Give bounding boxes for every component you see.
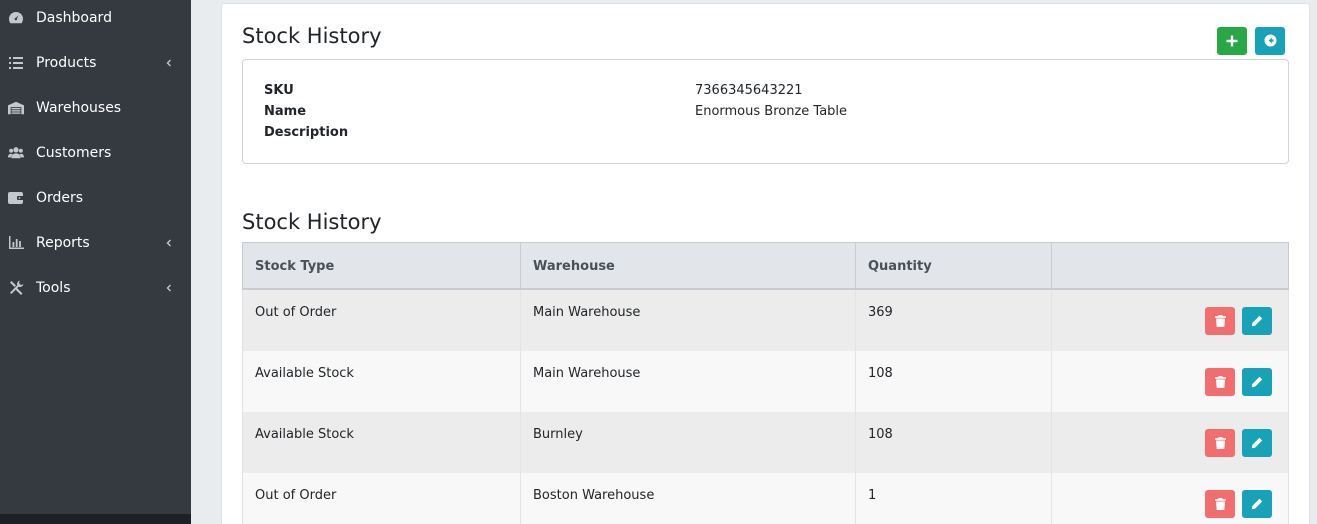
cell-warehouse: Burnley	[521, 412, 856, 473]
cell-stock-type: Out of Order	[243, 290, 521, 351]
product-info-panel: SKU 7366345643221 Name Enormous Bronze T…	[242, 59, 1289, 164]
arrow-circle-left-icon	[1264, 32, 1277, 51]
table-row: Out of Order Main Warehouse 369	[242, 290, 1289, 351]
sidebar-item-label: Warehouses	[36, 99, 122, 116]
sidebar-item-tools[interactable]: Tools	[0, 265, 191, 310]
cell-warehouse: Main Warehouse	[521, 351, 856, 412]
sidebar-item-customers[interactable]: Customers	[0, 130, 191, 175]
back-button[interactable]	[1255, 27, 1285, 55]
sidebar-item-products[interactable]: Products	[0, 40, 191, 85]
pencil-icon	[1251, 373, 1263, 392]
edit-button[interactable]	[1242, 307, 1272, 335]
table-row: Out of Order Boston Warehouse 1	[242, 473, 1289, 524]
table-row: Available Stock Burnley 108	[242, 412, 1289, 473]
cell-quantity: 1	[856, 473, 1052, 524]
pencil-icon	[1251, 312, 1263, 331]
delete-button[interactable]	[1205, 368, 1235, 396]
sidebar-item-label: Reports	[36, 234, 90, 251]
tools-icon	[8, 280, 24, 296]
sidebar-item-orders[interactable]: Orders	[0, 175, 191, 220]
sidebar-item-warehouses[interactable]: Warehouses	[0, 85, 191, 130]
description-label: Description	[264, 125, 349, 140]
edit-button[interactable]	[1242, 429, 1272, 457]
sidebar-item-label: Dashboard	[36, 9, 112, 26]
sidebar-item-label: Orders	[36, 189, 84, 206]
history-title: Stock History	[242, 210, 382, 234]
trash-icon	[1214, 373, 1226, 392]
pencil-icon	[1251, 434, 1263, 453]
sidebar-item-label: Customers	[36, 144, 112, 161]
name-value: Enormous Bronze Table	[695, 104, 848, 119]
users-icon	[8, 145, 24, 161]
trash-icon	[1214, 312, 1226, 331]
page-title: Stock History	[242, 24, 382, 48]
cell-quantity: 369	[856, 290, 1052, 351]
add-stock-button[interactable]	[1217, 27, 1247, 55]
wallet-icon	[8, 190, 24, 206]
content-gutter	[191, 0, 221, 524]
delete-button[interactable]	[1205, 429, 1235, 457]
cell-warehouse: Main Warehouse	[521, 290, 856, 351]
column-header-stock-type[interactable]: Stock Type	[243, 243, 521, 289]
delete-button[interactable]	[1205, 490, 1235, 518]
plus-icon	[1226, 32, 1238, 51]
trash-icon	[1214, 434, 1226, 453]
sidebar-footer-strip	[0, 514, 191, 524]
table-row: Available Stock Main Warehouse 108	[242, 351, 1289, 412]
list-icon	[8, 55, 24, 71]
chart-icon	[8, 235, 24, 251]
chevron-left-icon	[163, 282, 175, 294]
table-header: Stock Type Warehouse Quantity	[242, 242, 1289, 290]
warehouse-icon	[8, 100, 24, 116]
chevron-left-icon	[163, 237, 175, 249]
cell-stock-type: Available Stock	[243, 412, 521, 473]
cell-warehouse: Boston Warehouse	[521, 473, 856, 524]
dashboard-icon	[8, 10, 24, 26]
cell-stock-type: Out of Order	[243, 473, 521, 524]
sidebar-item-label: Products	[36, 54, 97, 71]
cell-stock-type: Available Stock	[243, 351, 521, 412]
edit-button[interactable]	[1242, 368, 1272, 396]
sku-value: 7366345643221	[695, 83, 803, 98]
column-header-warehouse[interactable]: Warehouse	[521, 243, 856, 289]
sidebar: Dashboard Products Warehouses Customers …	[0, 0, 191, 524]
chevron-left-icon	[163, 57, 175, 69]
cell-quantity: 108	[856, 351, 1052, 412]
name-label: Name	[264, 104, 307, 119]
pencil-icon	[1251, 495, 1263, 514]
column-header-actions	[1052, 243, 1288, 289]
cell-quantity: 108	[856, 412, 1052, 473]
sidebar-item-dashboard[interactable]: Dashboard	[0, 0, 191, 40]
delete-button[interactable]	[1205, 307, 1235, 335]
sidebar-item-reports[interactable]: Reports	[0, 220, 191, 265]
column-header-quantity[interactable]: Quantity	[856, 243, 1052, 289]
sidebar-item-label: Tools	[36, 279, 71, 296]
sku-label: SKU	[264, 83, 294, 98]
edit-button[interactable]	[1242, 490, 1272, 518]
trash-icon	[1214, 495, 1226, 514]
